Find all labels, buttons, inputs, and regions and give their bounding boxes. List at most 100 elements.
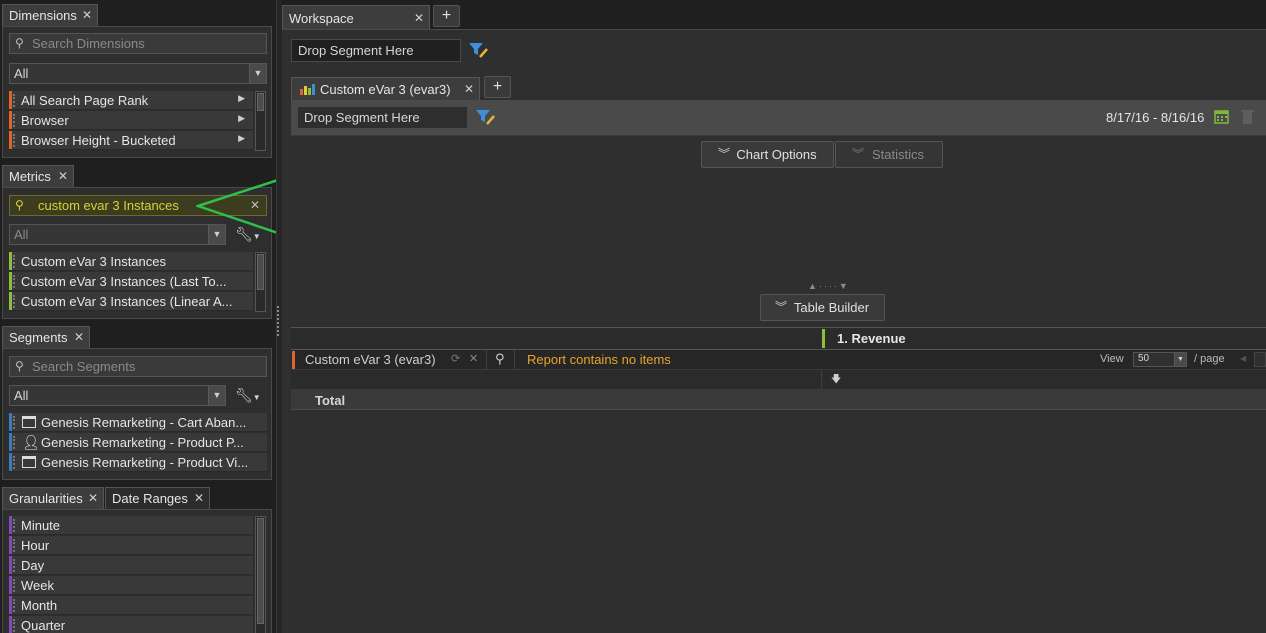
segments-filter-select[interactable]: All ▼ — [9, 385, 226, 406]
tab-segments[interactable]: Segments ✕ — [2, 326, 90, 348]
list-item-granularity[interactable]: Minute — [9, 516, 253, 535]
tab-dimensions[interactable]: Dimensions ✕ — [2, 4, 98, 26]
window-icon — [22, 416, 36, 428]
chevron-down-icon[interactable]: ▼ — [249, 64, 266, 83]
chevron-down-icon[interactable]: ▼ — [208, 386, 225, 405]
close-icon[interactable]: ✕ — [82, 8, 92, 22]
list-item-metric[interactable]: Custom eVar 3 Instances (Linear A... — [9, 292, 253, 311]
per-page-label: / page — [1194, 353, 1225, 365]
list-item-label: Browser — [21, 113, 69, 128]
search-icon: ⚲ — [15, 36, 24, 50]
total-label: Total — [315, 393, 346, 408]
list-item-metric[interactable]: Custom eVar 3 Instances — [9, 252, 253, 271]
search-icon: ⚲ — [15, 359, 24, 373]
chevron-double-down-icon: ︾ — [852, 147, 865, 161]
report-drop-segment[interactable]: Drop Segment Here — [297, 106, 468, 129]
list-item-dimension[interactable]: Browser Height - Bucketed ▶ — [9, 131, 253, 150]
metrics-search-value: custom evar 3 Instances — [38, 198, 179, 213]
segments-filter-value: All — [14, 388, 29, 403]
page-size-select[interactable]: 50 ▼ — [1133, 352, 1187, 367]
trash-icon[interactable] — [1241, 109, 1254, 124]
list-item-granularity[interactable]: Week — [9, 576, 253, 595]
add-workspace-button[interactable]: + — [433, 5, 460, 27]
list-item-dimension[interactable]: Browser ▶ — [9, 111, 253, 130]
refresh-icon[interactable]: ⟳ — [451, 352, 460, 365]
chevron-down-icon[interactable]: ▼ — [1174, 353, 1186, 366]
total-row — [291, 390, 1266, 410]
window-icon — [22, 456, 36, 468]
column-header-revenue[interactable]: 1. Revenue — [837, 331, 906, 346]
tab-segments-label: Segments — [9, 330, 68, 345]
close-icon[interactable]: ✕ — [414, 11, 424, 25]
close-icon[interactable]: ✕ — [464, 82, 474, 96]
statistics-label: Statistics — [871, 147, 924, 162]
list-item-segment[interactable]: Genesis Remarketing - Product Vi... — [9, 453, 267, 472]
scrollbar[interactable] — [255, 91, 266, 151]
list-item-dimension[interactable]: All Search Page Rank ▶ — [9, 91, 253, 110]
resize-handle[interactable]: ▲····▼ — [808, 281, 850, 291]
chevron-left-icon[interactable]: ◀ — [1240, 354, 1246, 363]
segment-edit-icon[interactable] — [468, 41, 488, 59]
search-icon[interactable]: ⚲ — [495, 351, 505, 367]
list-item-label: Genesis Remarketing - Product P... — [41, 435, 244, 450]
tab-report[interactable]: Custom eVar 3 (evar3) ✕ — [291, 77, 480, 100]
list-item-segment[interactable]: Genesis Remarketing - Cart Aban... — [9, 413, 267, 432]
segments-search-input[interactable]: ⚲ Search Segments — [9, 356, 267, 377]
chart-options-label: Chart Options — [736, 147, 817, 162]
chevron-right-icon: ▶ — [238, 93, 245, 103]
close-icon[interactable]: ✕ — [88, 491, 98, 505]
tab-workspace[interactable]: Workspace ✕ — [282, 5, 430, 29]
date-range[interactable]: 8/17/16 - 8/16/16 — [1106, 110, 1204, 125]
calendar-icon[interactable] — [1214, 109, 1229, 124]
tab-metrics[interactable]: Metrics ✕ — [2, 165, 74, 187]
list-item-label: Genesis Remarketing - Cart Aban... — [41, 415, 247, 430]
chevron-double-down-icon: ︾ — [718, 147, 731, 161]
workspace-drop-segment[interactable]: Drop Segment Here — [291, 39, 461, 62]
drop-segment-label: Drop Segment Here — [298, 43, 414, 58]
add-report-button[interactable]: + — [484, 76, 511, 98]
list-item-label: Week — [21, 578, 54, 593]
close-icon[interactable]: ✕ — [74, 330, 84, 344]
table-builder-button[interactable]: ︾ Table Builder — [760, 294, 885, 321]
list-item-granularity[interactable]: Month — [9, 596, 253, 615]
close-icon[interactable]: ✕ — [58, 169, 68, 183]
bar-chart-icon — [300, 84, 315, 95]
dimensions-filter-select[interactable]: All ▼ — [9, 63, 267, 84]
list-item-granularity[interactable]: Quarter — [9, 616, 253, 633]
pager-slot — [1254, 352, 1266, 367]
tab-granularities[interactable]: Granularities ✕ — [2, 487, 104, 509]
statistics-button[interactable]: ︾ Statistics — [835, 141, 943, 168]
scrollbar[interactable] — [255, 516, 266, 633]
segments-panel: ⚲ Search Segments All ▼ 🔧︎▼ Genesis Rema… — [2, 348, 272, 480]
close-icon[interactable]: ✕ — [469, 352, 478, 365]
chart-options-button[interactable]: ︾ Chart Options — [701, 141, 834, 168]
segment-edit-icon[interactable] — [475, 108, 495, 126]
list-item-metric[interactable]: Custom eVar 3 Instances (Last To... — [9, 272, 253, 291]
close-icon[interactable]: ✕ — [194, 491, 204, 505]
list-item-label: Custom eVar 3 Instances — [21, 254, 166, 269]
tab-workspace-label: Workspace — [289, 11, 354, 26]
list-item-label: Custom eVar 3 Instances (Linear A... — [21, 294, 233, 309]
dimensions-search-input[interactable]: ⚲ Search Dimensions — [9, 33, 267, 54]
metrics-filter-value: All — [14, 227, 29, 242]
chevron-double-down-icon: ︾ — [775, 300, 788, 314]
list-item-label: Quarter — [21, 618, 66, 633]
wrench-icon[interactable]: 🔧︎▼ — [235, 387, 261, 404]
metrics-filter-select[interactable]: All ▼ — [9, 224, 226, 245]
search-icon: ⚲ — [15, 198, 24, 212]
sort-arrow-icon[interactable]: 🡇 — [831, 372, 841, 389]
tab-date-ranges-label: Date Ranges — [112, 491, 188, 506]
table-header — [291, 327, 1266, 350]
scrollbar[interactable] — [255, 252, 266, 312]
row-dimension-label[interactable]: Custom eVar 3 (evar3) — [305, 352, 436, 367]
chevron-right-icon: ▶ — [238, 133, 245, 143]
tab-date-ranges[interactable]: Date Ranges ✕ — [105, 487, 210, 509]
list-item-segment[interactable]: 👤︎ Genesis Remarketing - Product P... — [9, 433, 267, 452]
sort-row — [291, 370, 1266, 390]
page-size-value: 50 — [1138, 353, 1150, 364]
no-items-message: Report contains no items — [527, 352, 671, 367]
list-item-label: Custom eVar 3 Instances (Last To... — [21, 274, 227, 289]
chevron-right-icon: ▶ — [238, 113, 245, 123]
list-item-granularity[interactable]: Hour — [9, 536, 253, 555]
list-item-granularity[interactable]: Day — [9, 556, 253, 575]
